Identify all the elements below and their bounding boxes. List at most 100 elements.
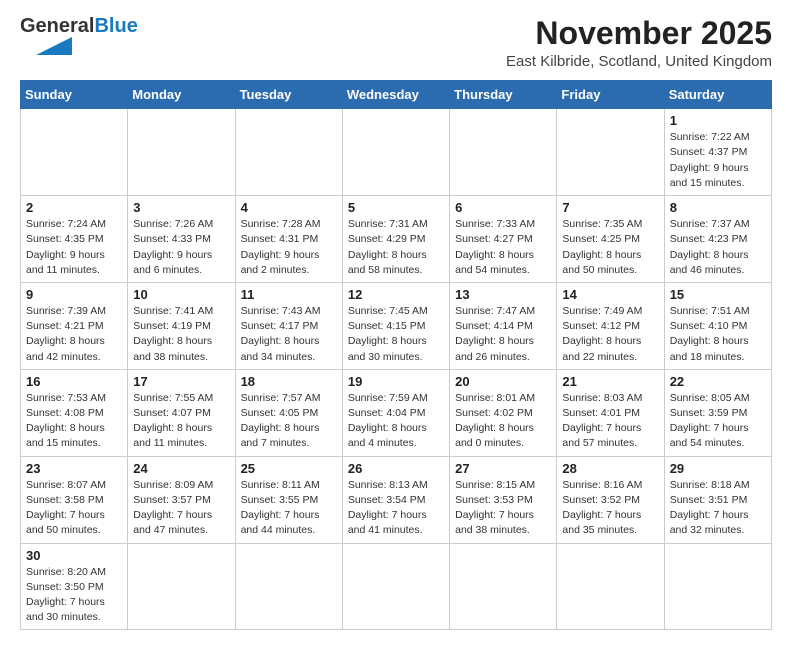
month-title: November 2025 [506,16,772,51]
calendar-cell: 1 Sunrise: 7:22 AM Sunset: 4:37 PM Daylig… [664,109,771,196]
calendar-header: GeneralBlue November 2025 East Kilbride,… [20,16,772,70]
day-number: 2 [26,200,122,215]
day-number: 14 [562,287,658,302]
calendar-cell [235,109,342,196]
day-number: 24 [133,461,229,476]
day-number: 15 [670,287,766,302]
weekday-header-saturday: Saturday [664,81,771,109]
logo-blue-text: Blue [94,15,137,37]
day-number: 21 [562,374,658,389]
calendar-cell: 2 Sunrise: 7:24 AM Sunset: 4:35 PM Daylig… [21,196,128,283]
calendar-cell: 8Sunrise: 7:37 AM Sunset: 4:23 PM Daylig… [664,196,771,283]
week-row-1: 1 Sunrise: 7:22 AM Sunset: 4:37 PM Daylig… [21,109,772,196]
calendar-cell [450,109,557,196]
week-row-5: 23 Sunrise: 8:07 AM Sunset: 3:58 PM Dayli… [21,456,772,543]
day-number: 13 [455,287,551,302]
day-number: 23 [26,461,122,476]
day-number: 6 [455,200,551,215]
calendar-cell [21,109,128,196]
day-info: Sunrise: 7:39 AM Sunset: 4:21 PM Dayligh… [26,304,122,365]
day-info: Sunrise: 8:01 AM Sunset: 4:02 PM Dayligh… [455,391,551,452]
day-info: Sunrise: 7:59 AM Sunset: 4:04 PM Dayligh… [348,391,444,452]
day-info: Sunrise: 7:53 AM Sunset: 4:08 PM Dayligh… [26,391,122,452]
calendar-cell: 17Sunrise: 7:55 AM Sunset: 4:07 PM Dayli… [128,369,235,456]
day-info: Sunrise: 7:22 AM Sunset: 4:37 PM Dayligh… [670,130,766,191]
calendar-cell: 22Sunrise: 8:05 AM Sunset: 3:59 PM Dayli… [664,369,771,456]
weekday-header-wednesday: Wednesday [342,81,449,109]
calendar-cell: 19 Sunrise: 7:59 AM Sunset: 4:04 PM Dayli… [342,369,449,456]
day-number: 9 [26,287,122,302]
calendar-cell [664,543,771,630]
day-info: Sunrise: 8:07 AM Sunset: 3:58 PM Dayligh… [26,478,122,539]
calendar-cell: 10Sunrise: 7:41 AM Sunset: 4:19 PM Dayli… [128,282,235,369]
day-number: 7 [562,200,658,215]
weekday-header-thursday: Thursday [450,81,557,109]
day-info: Sunrise: 8:09 AM Sunset: 3:57 PM Dayligh… [133,478,229,539]
day-number: 30 [26,548,122,563]
calendar-cell: 15Sunrise: 7:51 AM Sunset: 4:10 PM Dayli… [664,282,771,369]
day-number: 5 [348,200,444,215]
calendar-cell [557,109,664,196]
calendar-cell: 13 Sunrise: 7:47 AM Sunset: 4:14 PM Dayli… [450,282,557,369]
calendar-cell: 12 Sunrise: 7:45 AM Sunset: 4:15 PM Dayli… [342,282,449,369]
calendar-table: SundayMondayTuesdayWednesdayThursdayFrid… [20,80,772,630]
day-number: 28 [562,461,658,476]
calendar-cell: 11Sunrise: 7:43 AM Sunset: 4:17 PM Dayli… [235,282,342,369]
weekday-header-monday: Monday [128,81,235,109]
day-number: 20 [455,374,551,389]
day-info: Sunrise: 8:13 AM Sunset: 3:54 PM Dayligh… [348,478,444,539]
day-info: Sunrise: 7:24 AM Sunset: 4:35 PM Dayligh… [26,217,122,278]
weekday-header-tuesday: Tuesday [235,81,342,109]
week-row-6: 30Sunrise: 8:20 AM Sunset: 3:50 PM Dayli… [21,543,772,630]
logo-text: GeneralBlue [20,16,138,36]
calendar-cell: 29Sunrise: 8:18 AM Sunset: 3:51 PM Dayli… [664,456,771,543]
day-info: Sunrise: 8:15 AM Sunset: 3:53 PM Dayligh… [455,478,551,539]
day-number: 10 [133,287,229,302]
calendar-cell: 18Sunrise: 7:57 AM Sunset: 4:05 PM Dayli… [235,369,342,456]
day-number: 12 [348,287,444,302]
title-area: November 2025 East Kilbride, Scotland, U… [506,16,772,70]
calendar-cell: 14 Sunrise: 7:49 AM Sunset: 4:12 PM Dayli… [557,282,664,369]
day-number: 4 [241,200,337,215]
day-info: Sunrise: 7:33 AM Sunset: 4:27 PM Dayligh… [455,217,551,278]
day-info: Sunrise: 8:05 AM Sunset: 3:59 PM Dayligh… [670,391,766,452]
week-row-3: 9 Sunrise: 7:39 AM Sunset: 4:21 PM Daylig… [21,282,772,369]
day-number: 16 [26,374,122,389]
calendar-cell: 30Sunrise: 8:20 AM Sunset: 3:50 PM Dayli… [21,543,128,630]
day-info: Sunrise: 7:31 AM Sunset: 4:29 PM Dayligh… [348,217,444,278]
calendar-cell: 9 Sunrise: 7:39 AM Sunset: 4:21 PM Daylig… [21,282,128,369]
weekday-header-row: SundayMondayTuesdayWednesdayThursdayFrid… [21,81,772,109]
calendar-cell: 20 Sunrise: 8:01 AM Sunset: 4:02 PM Dayli… [450,369,557,456]
day-info: Sunrise: 7:55 AM Sunset: 4:07 PM Dayligh… [133,391,229,452]
day-info: Sunrise: 7:47 AM Sunset: 4:14 PM Dayligh… [455,304,551,365]
day-number: 18 [241,374,337,389]
day-number: 3 [133,200,229,215]
day-number: 27 [455,461,551,476]
day-info: Sunrise: 7:37 AM Sunset: 4:23 PM Dayligh… [670,217,766,278]
calendar-cell: 28Sunrise: 8:16 AM Sunset: 3:52 PM Dayli… [557,456,664,543]
day-info: Sunrise: 7:35 AM Sunset: 4:25 PM Dayligh… [562,217,658,278]
calendar-cell [342,543,449,630]
day-info: Sunrise: 7:49 AM Sunset: 4:12 PM Dayligh… [562,304,658,365]
day-info: Sunrise: 7:26 AM Sunset: 4:33 PM Dayligh… [133,217,229,278]
calendar-cell: 26 Sunrise: 8:13 AM Sunset: 3:54 PM Dayli… [342,456,449,543]
calendar-cell: 5 Sunrise: 7:31 AM Sunset: 4:29 PM Daylig… [342,196,449,283]
day-info: Sunrise: 7:28 AM Sunset: 4:31 PM Dayligh… [241,217,337,278]
calendar-cell: 27 Sunrise: 8:15 AM Sunset: 3:53 PM Dayli… [450,456,557,543]
weekday-header-friday: Friday [557,81,664,109]
week-row-2: 2 Sunrise: 7:24 AM Sunset: 4:35 PM Daylig… [21,196,772,283]
day-number: 1 [670,113,766,128]
location-subtitle: East Kilbride, Scotland, United Kingdom [506,53,772,70]
day-info: Sunrise: 8:11 AM Sunset: 3:55 PM Dayligh… [241,478,337,539]
day-info: Sunrise: 8:03 AM Sunset: 4:01 PM Dayligh… [562,391,658,452]
day-number: 19 [348,374,444,389]
calendar-cell: 24 Sunrise: 8:09 AM Sunset: 3:57 PM Dayli… [128,456,235,543]
calendar-cell [450,543,557,630]
calendar-cell: 16 Sunrise: 7:53 AM Sunset: 4:08 PM Dayli… [21,369,128,456]
calendar-cell [128,109,235,196]
calendar-cell [342,109,449,196]
day-number: 26 [348,461,444,476]
logo: GeneralBlue [20,16,138,55]
calendar-cell: 6 Sunrise: 7:33 AM Sunset: 4:27 PM Daylig… [450,196,557,283]
day-info: Sunrise: 7:45 AM Sunset: 4:15 PM Dayligh… [348,304,444,365]
